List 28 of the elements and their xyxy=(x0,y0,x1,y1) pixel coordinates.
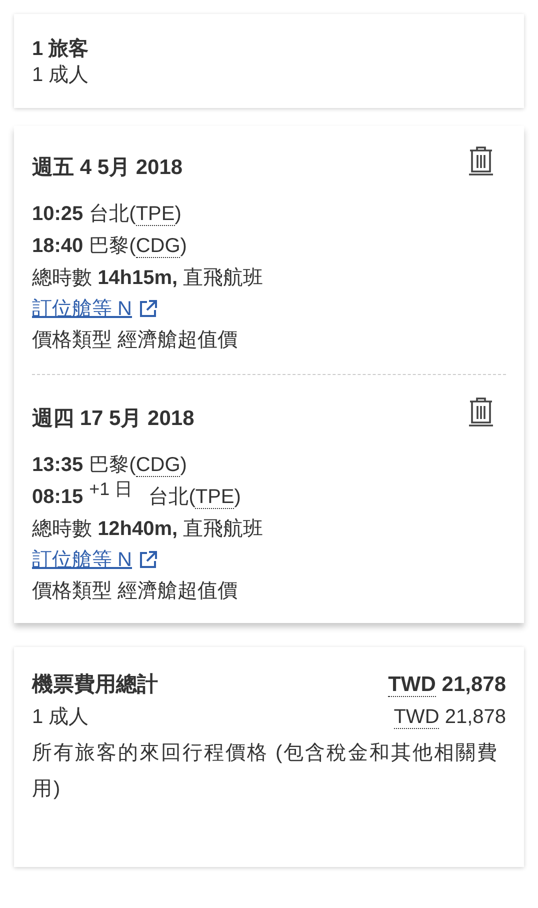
fare-type: 價格類型 經濟艙超值價 xyxy=(32,579,239,604)
price-note: 所有旅客的來回行程價格 (包含稅金和其他相關費用) xyxy=(32,741,500,802)
fare-type: 價格類型 經濟艙超值價 xyxy=(32,328,239,353)
airport-text: 巴黎(CDG) xyxy=(89,453,187,479)
departure-time: 13:35 xyxy=(32,453,84,478)
airport-text: 台北(TPE) xyxy=(148,485,241,511)
booking-class-link[interactable]: 訂位艙等 N xyxy=(32,294,158,324)
external-link-icon xyxy=(138,550,158,570)
trash-icon[interactable] xyxy=(468,146,494,176)
duration-text: 總時數 14h15m, 直飛航班 xyxy=(32,266,264,291)
arrival-time: 08:15 xyxy=(32,485,84,510)
flight-date: 週五 4 5月 2018 xyxy=(32,155,183,181)
traveler-detail: 1 成人 xyxy=(32,63,90,88)
duration-text: 總時數 12h40m, 直飛航班 xyxy=(32,517,264,542)
day-offset: +1 日 xyxy=(89,479,133,499)
total-price: TWD 21,878 xyxy=(388,672,506,699)
passenger-label: 1 成人 xyxy=(32,705,89,730)
arrival-time: 18:40 xyxy=(32,234,84,259)
traveler-count: 1 旅客 xyxy=(32,36,90,62)
passenger-price: TWD 21,878 xyxy=(394,705,506,731)
airport-text: 巴黎(CDG) xyxy=(89,234,187,260)
departure-time: 10:25 xyxy=(32,202,84,227)
external-link-icon xyxy=(138,299,158,319)
total-label: 機票費用總計 xyxy=(32,672,158,698)
flight-date: 週四 17 5月 2018 xyxy=(32,406,194,432)
airport-text: 台北(TPE) xyxy=(89,202,182,228)
trash-icon[interactable] xyxy=(468,397,494,427)
booking-class-link[interactable]: 訂位艙等 N xyxy=(32,545,158,575)
